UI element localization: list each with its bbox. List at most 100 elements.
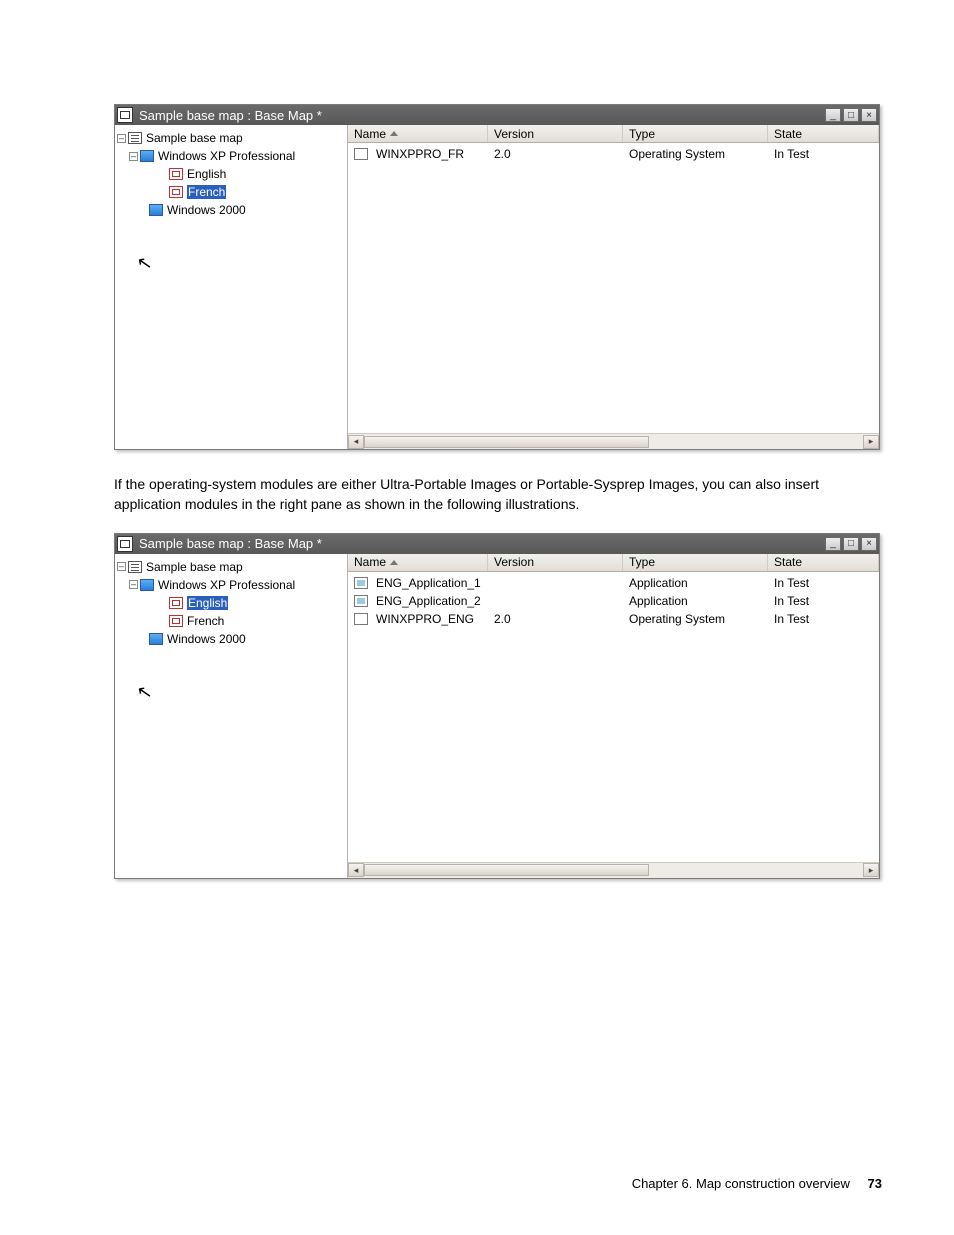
table-row[interactable]: WINXPPRO_FR 2.0 Operating System In Test	[348, 145, 879, 163]
col-label: Type	[629, 555, 655, 569]
collapse-icon[interactable]: –	[117, 562, 126, 571]
os-icon	[149, 633, 163, 645]
cell-name: ENG_Application_1	[376, 576, 481, 590]
table-row[interactable]: ENG_Application_2 Application In Test	[348, 592, 879, 610]
cell-type: Operating System	[629, 147, 725, 161]
window-title: Sample base map : Base Map *	[139, 108, 825, 123]
titlebar[interactable]: Sample base map : Base Map * _ □ ×	[115, 105, 879, 125]
list-rows: ENG_Application_1ApplicationIn TestENG_A…	[348, 572, 879, 862]
row-icon	[354, 148, 368, 160]
cell-type: Application	[629, 576, 688, 590]
document-page: Sample base map : Base Map * _ □ × – Sam…	[0, 0, 954, 1235]
cell-version: 2.0	[494, 147, 511, 161]
cell-state: In Test	[774, 576, 809, 590]
maximize-button[interactable]: □	[843, 108, 859, 122]
col-state[interactable]: State	[768, 125, 879, 142]
table-row[interactable]: ENG_Application_1 Application In Test	[348, 574, 879, 592]
horizontal-scrollbar[interactable]: ◂ ▸	[348, 433, 879, 449]
collapse-icon[interactable]: –	[129, 152, 138, 161]
close-button[interactable]: ×	[861, 537, 877, 551]
tree-label-selected: English	[187, 596, 228, 610]
tree-lang-fr-selected[interactable]: French	[169, 183, 345, 201]
maximize-button[interactable]: □	[843, 537, 859, 551]
scroll-thumb[interactable]	[364, 436, 649, 448]
col-type[interactable]: Type	[623, 554, 768, 571]
col-version[interactable]: Version	[488, 125, 623, 142]
col-label: Version	[494, 555, 534, 569]
tree-label: French	[187, 614, 224, 628]
cell-name: WINXPPRO_FR	[376, 147, 464, 161]
tree-label: Windows 2000	[167, 203, 246, 217]
tree-pane[interactable]: – Sample base map – Windows XP Professio…	[115, 554, 348, 878]
window-basemap-french: Sample base map : Base Map * _ □ × – Sam…	[114, 104, 880, 450]
tree-root[interactable]: – Sample base map	[117, 558, 345, 576]
tree-os-xp[interactable]: – Windows XP Professional	[129, 147, 345, 165]
col-label: Name	[354, 555, 386, 569]
table-row[interactable]: WINXPPRO_ENG 2.0 Operating System In Test	[348, 610, 879, 628]
close-button[interactable]: ×	[861, 108, 877, 122]
collapse-icon[interactable]: –	[117, 134, 126, 143]
collapse-icon[interactable]: –	[129, 580, 138, 589]
tree-label: Windows XP Professional	[158, 578, 295, 592]
scroll-track[interactable]	[364, 863, 863, 877]
col-type[interactable]: Type	[623, 125, 768, 142]
tree-label-selected: French	[187, 185, 226, 199]
scroll-right-button[interactable]: ▸	[863, 435, 879, 449]
col-label: Version	[494, 127, 534, 141]
minimize-button[interactable]: _	[825, 108, 841, 122]
tree-lang-en-selected[interactable]: English	[169, 594, 345, 612]
tree-pane[interactable]: – Sample base map – Windows XP Professio…	[115, 125, 348, 449]
tree-os-xp[interactable]: – Windows XP Professional	[129, 576, 345, 594]
row-icon	[354, 577, 368, 589]
col-state[interactable]: State	[768, 554, 879, 571]
list-rows: WINXPPRO_FR 2.0 Operating System In Test	[348, 143, 879, 433]
body-paragraph: If the operating-system modules are eith…	[114, 474, 880, 515]
cell-state: In Test	[774, 612, 809, 626]
col-label: Name	[354, 127, 386, 141]
page-footer: Chapter 6. Map construction overview 73	[0, 1176, 882, 1191]
titlebar[interactable]: Sample base map : Base Map * _ □ ×	[115, 534, 879, 554]
horizontal-scrollbar[interactable]: ◂ ▸	[348, 862, 879, 878]
cell-type: Application	[629, 594, 688, 608]
column-headers: Name Version Type State	[348, 554, 879, 572]
lang-icon	[169, 615, 183, 627]
os-icon	[140, 579, 154, 591]
cell-name: WINXPPRO_ENG	[376, 612, 474, 626]
tree-os-2000[interactable]: Windows 2000	[149, 201, 345, 219]
window-icon	[117, 107, 133, 123]
sort-ascending-icon	[390, 131, 398, 136]
row-icon	[354, 595, 368, 607]
scroll-track[interactable]	[364, 435, 863, 449]
scroll-thumb[interactable]	[364, 864, 649, 876]
tree-root[interactable]: – Sample base map	[117, 129, 345, 147]
cell-type: Operating System	[629, 612, 725, 626]
col-label: State	[774, 127, 802, 141]
window-basemap-english: Sample base map : Base Map * _ □ × – Sam…	[114, 533, 880, 879]
os-icon	[140, 150, 154, 162]
cell-version: 2.0	[494, 612, 511, 626]
scroll-left-button[interactable]: ◂	[348, 863, 364, 877]
col-name[interactable]: Name	[348, 554, 488, 571]
cell-state: In Test	[774, 147, 809, 161]
window-title: Sample base map : Base Map *	[139, 536, 825, 551]
scroll-right-button[interactable]: ▸	[863, 863, 879, 877]
col-version[interactable]: Version	[488, 554, 623, 571]
lang-icon	[169, 168, 183, 180]
lang-icon	[169, 186, 183, 198]
lang-icon	[169, 597, 183, 609]
tree-label: English	[187, 167, 226, 181]
tree-lang-en[interactable]: English	[169, 165, 345, 183]
cell-state: In Test	[774, 594, 809, 608]
tree-os-2000[interactable]: Windows 2000	[149, 630, 345, 648]
row-icon	[354, 613, 368, 625]
scroll-left-button[interactable]: ◂	[348, 435, 364, 449]
col-label: Type	[629, 127, 655, 141]
minimize-button[interactable]: _	[825, 537, 841, 551]
column-headers: Name Version Type State	[348, 125, 879, 143]
cell-name: ENG_Application_2	[376, 594, 481, 608]
tree-lang-fr[interactable]: French	[169, 612, 345, 630]
map-icon	[128, 132, 142, 144]
col-name[interactable]: Name	[348, 125, 488, 142]
page-number: 73	[868, 1176, 882, 1191]
cursor-icon: ↖	[135, 680, 154, 703]
